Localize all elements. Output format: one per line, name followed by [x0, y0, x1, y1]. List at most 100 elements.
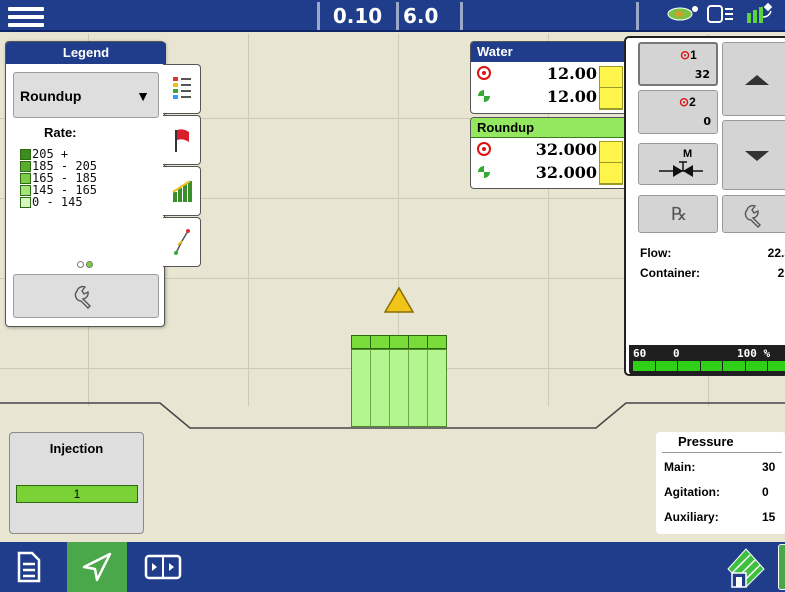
product-name: Roundup — [471, 118, 629, 138]
tab-chart[interactable] — [163, 166, 201, 216]
legend-swatch — [20, 196, 31, 208]
legend-panel: Legend Roundup ▼ Rate: 205 + 185 - 205 1… — [5, 41, 166, 327]
legend-title[interactable]: Legend — [6, 42, 166, 64]
chevron-down-icon: ▼ — [136, 88, 150, 104]
container-row: Container: 25 — [640, 266, 785, 280]
prescription-button[interactable]: ℞ — [638, 195, 718, 233]
top-value-left[interactable]: 0.10 — [320, 3, 395, 29]
legend-settings-button[interactable] — [13, 274, 159, 318]
wrench-icon — [744, 204, 761, 228]
pressure-main-value: 30 — [762, 460, 776, 474]
actual-rate-icon — [478, 166, 490, 178]
legend-swatch — [20, 172, 31, 184]
flow-label: Flow: — [640, 246, 672, 260]
field-coverage-button[interactable] — [716, 542, 776, 592]
status-icons — [667, 2, 775, 30]
guidance-button[interactable] — [67, 542, 127, 592]
chart-icon — [171, 180, 192, 202]
prescription-icon: ℞ — [671, 204, 688, 225]
valve-icon — [659, 161, 703, 177]
applied-coverage — [351, 349, 447, 427]
injection-value: 1 — [16, 485, 138, 503]
pressure-title: Pressure — [678, 434, 734, 449]
split-view-button[interactable] — [134, 542, 192, 592]
section-value: 32 — [694, 68, 710, 81]
section-label: ⊙1 — [680, 48, 697, 62]
legend-list-icon — [172, 77, 191, 99]
rate-legend: 205 + 185 - 205 165 - 185 145 - 165 0 - … — [20, 148, 97, 208]
target-rate-row: 32.000 — [471, 138, 629, 161]
pressure-panel: Pressure Main: 30 Agitation: 0 Auxiliary… — [656, 432, 785, 534]
gauge-mid-label: 0 — [673, 347, 680, 360]
boom-sections — [351, 335, 447, 349]
target-icon: ⊙ — [679, 95, 690, 109]
vehicle-icon — [383, 286, 415, 313]
rate-label: Rate: — [44, 125, 77, 140]
page-dot — [77, 261, 84, 268]
injection-title: Injection — [49, 441, 104, 456]
gps-icon[interactable] — [745, 2, 775, 30]
target-icon — [477, 142, 491, 156]
gauge-bar — [633, 361, 785, 371]
divider — [636, 2, 639, 30]
page-dot-active — [86, 261, 93, 268]
rate-increase-button[interactable] — [722, 42, 785, 116]
arrow-down-icon — [745, 151, 769, 161]
section-label: ⊙2 — [679, 95, 696, 109]
flag-icon — [174, 129, 189, 152]
menu-icon[interactable] — [8, 4, 44, 28]
pressure-gauge: 60 0 100 % — [629, 345, 785, 375]
page-indicator[interactable] — [77, 261, 93, 268]
field-coverage-icon — [727, 548, 765, 588]
pressure-main-label: Main: — [664, 460, 696, 474]
top-value-right[interactable]: 6.0 — [399, 3, 449, 29]
tab-guidance[interactable] — [163, 217, 201, 267]
pressure-agitation-label: Agitation: — [664, 485, 720, 499]
legend-swatch — [20, 160, 31, 172]
actual-rate-row: 32.000 — [471, 161, 629, 184]
container-label: Container: — [640, 266, 700, 280]
actual-rate-icon — [478, 90, 490, 102]
target-rate: 12.00 — [546, 64, 597, 83]
bottom-bar — [0, 542, 785, 592]
display-icon[interactable] — [707, 4, 737, 29]
guidance-arrow-icon — [82, 552, 112, 582]
product-box-water[interactable]: Water 12.00 12.00 — [470, 41, 630, 114]
actual-rate: 32.000 — [535, 163, 597, 182]
actual-rate: 12.00 — [546, 87, 597, 106]
tab-legend[interactable] — [163, 64, 201, 114]
target-icon — [477, 66, 491, 80]
actual-rate-row: 12.00 — [471, 85, 629, 108]
target-rate-row: 12.00 — [471, 62, 629, 85]
legend-swatch — [20, 184, 31, 196]
product-dropdown-value: Roundup — [20, 88, 82, 104]
manual-button[interactable]: M — [638, 143, 718, 185]
top-bar: 0.10 6.0 — [0, 0, 785, 32]
legend-item: 0 - 145 — [20, 196, 97, 208]
document-button[interactable] — [0, 542, 58, 592]
control-settings-button[interactable] — [722, 195, 785, 233]
section-1-button[interactable]: ⊙1 32 — [638, 42, 718, 86]
divider — [460, 2, 463, 30]
seed-icon[interactable] — [667, 5, 699, 28]
control-panel: ⊙1 32 ⊙2 0 M ℞ Flow: 22.3 Container: 25 … — [624, 36, 785, 376]
wrench-icon — [74, 285, 91, 309]
section-value: 0 — [703, 115, 711, 128]
manual-label: M — [683, 148, 693, 160]
injection-panel[interactable]: Injection 1 — [9, 432, 144, 534]
pressure-auxiliary-value: 15 — [762, 510, 776, 524]
product-box-roundup[interactable]: Roundup 32.000 32.000 — [470, 117, 630, 189]
tab-flags[interactable] — [163, 115, 201, 165]
product-name: Water — [471, 42, 629, 62]
target-rate: 32.000 — [535, 140, 597, 159]
rate-decrease-button[interactable] — [722, 120, 785, 190]
section-2-button[interactable]: ⊙2 0 — [638, 90, 718, 134]
product-dropdown[interactable]: Roundup ▼ — [13, 72, 159, 118]
arrow-up-icon — [745, 75, 769, 85]
legend-swatch — [20, 148, 31, 160]
divider — [662, 452, 782, 453]
side-handle[interactable] — [778, 544, 785, 590]
guidance-icon — [173, 229, 190, 255]
split-view-icon — [144, 554, 182, 580]
pressure-agitation-value: 0 — [762, 485, 769, 499]
